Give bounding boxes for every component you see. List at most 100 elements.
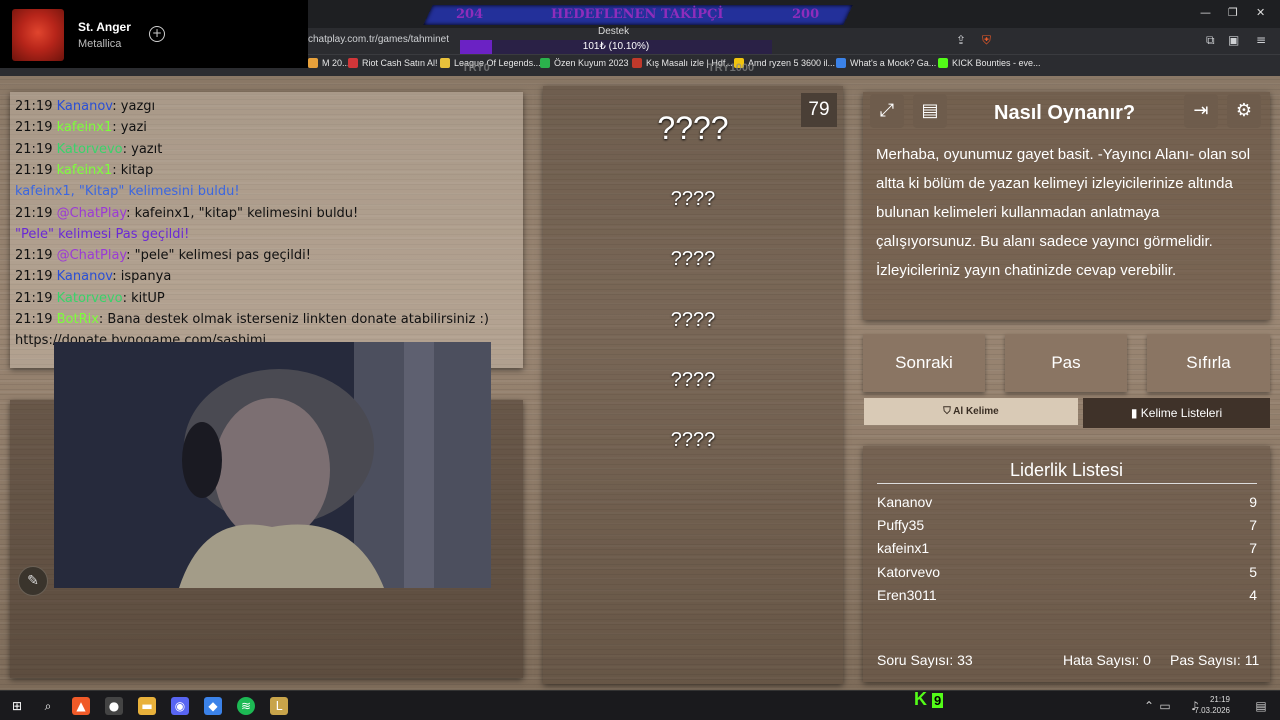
notes-icon[interactable]: ▤ [913,94,947,128]
chat-message: 21:19 @ChatPlay: kafeinx1, "kitap" kelim… [15,205,359,221]
support-progress-text: 101₺ (10.10%) [582,41,650,52]
share-icon[interactable]: ⇪ [956,33,966,47]
maximize-button[interactable]: ❐ [1228,6,1238,19]
chat-username[interactable]: kafeinx1 [57,163,113,178]
player-score: 4 [1249,586,1257,603]
how-to-text: Merhaba, oyunumuz gayet basit. -Yayıncı … [876,146,1251,279]
chat-message: 21:19 kafeinx1: kitap [15,162,154,178]
leaderboard-row: kafeinx1 7 [877,540,1257,556]
hidden-word: ???? [670,248,716,270]
close-button[interactable]: ✕ [1256,6,1265,19]
chat-username[interactable]: Kananov [57,269,113,284]
chat-message: 21:19 @ChatPlay: "pele" kelimesi pas geç… [15,248,311,264]
chat-message: 21:19 kafeinx1: yazi [15,120,147,136]
league-icon[interactable]: L [270,697,288,715]
chat-message: 21:19 Kananov: ispanya [15,269,172,285]
pass-count: Pas Sayısı: 11 [1170,652,1260,668]
bookmark-item[interactable]: What's a Mook? Ga... [836,58,936,68]
chat-message: "Pele" kelimesi Pas geçildi! [15,226,190,242]
chat-message: 21:19 BotRix: Bana destek olmak istersen… [15,312,489,327]
track-title: St. Anger [78,20,131,34]
chat-username[interactable]: kafeinx1 [57,120,113,135]
pass-button[interactable]: Pas [1005,334,1127,392]
hidden-word: ???? [670,369,716,391]
chat-username[interactable]: Katorvevo [57,291,123,306]
bookmark-favicon-icon [308,58,318,68]
document-icon: ▮ [1130,406,1141,420]
kick-count: 9 [932,693,944,708]
chat-message: 21:19 Katorvevo: yazıt [15,141,163,157]
chat-message: kafeinx1, "Kitap" kelimesini buldu! [15,184,240,200]
leaderboard-row: Puffy35 7 [877,517,1257,533]
goal-title: HEDEFLENEN TAKİPÇİ [551,7,724,22]
sidebar-icon[interactable]: ▣ [1228,33,1239,47]
edit-icon[interactable]: ✎ [18,566,48,596]
obs-icon[interactable]: ● [105,697,123,715]
now-playing-overlay: St. Anger Metallica + [0,0,308,68]
next-button[interactable]: Sonraki [863,334,985,392]
hidden-word: ???? [670,309,716,331]
support-max-label: TRY1000 [708,62,755,74]
search-icon[interactable]: ⌕ [39,697,57,715]
player-name: Katorvevo [877,563,941,580]
brave-icon[interactable]: ▲ [72,697,90,715]
webcam-feed [54,342,491,588]
reset-button[interactable]: Sıfırla [1147,334,1270,392]
exit-icon[interactable]: ⇥ [1184,94,1218,128]
leaderboard-row: Kananov 9 [877,494,1257,510]
goal-target: 200 [792,7,820,22]
support-label: Destek [598,26,630,37]
bookmark-favicon-icon [540,58,550,68]
player-name: Puffy35 [877,517,925,534]
bookmark-item[interactable]: KICK Bounties - eve... [938,58,1041,68]
bookmark-favicon-icon [836,58,846,68]
brave-shield-icon[interactable]: ⛨ [982,33,991,48]
bookmark-item[interactable]: M 20... [308,58,350,68]
player-name: Kananov [877,494,933,510]
bookmark-item[interactable]: Özen Kuyum 2023 [540,58,629,68]
bookmark-favicon-icon [348,58,358,68]
player-name: Eren3011 [877,586,937,603]
chat-message: 21:19 Katorvevo: kitUP [15,290,165,306]
spotify-icon[interactable]: ≋ [237,697,255,715]
bookmark-item[interactable]: League Of Legends... [440,58,541,68]
bookmark-item[interactable]: Riot Cash Satın Al! [348,58,438,68]
player-name: kafeinx1 [877,540,930,557]
player-score: 7 [1249,517,1257,534]
menu-icon[interactable]: ≡ [1256,33,1266,47]
network-icon[interactable]: ▭ [1156,697,1174,715]
word-lists-button[interactable]: ▮ Kelime Listeleri [1083,398,1270,428]
player-score: 5 [1249,563,1257,580]
system-clock[interactable]: 21:19 7.03.2026 [1194,694,1230,716]
fullscreen-icon[interactable]: ⤢ [870,94,904,128]
windows-start-icon[interactable]: ⊞ [8,697,26,715]
leaderboard-row: Katorvevo 5 [877,564,1257,580]
add-icon[interactable]: + [149,26,165,42]
question-count: Soru Sayısı: 33 [877,652,973,668]
player-score: 9 [1249,494,1257,510]
extensions-icon[interactable]: ⧉ [1206,33,1215,48]
chat-username[interactable]: @ChatPlay [57,206,127,221]
support-min-label: TRY0 [462,62,490,74]
minimize-button[interactable]: — [1200,6,1211,19]
get-word-button[interactable]: ⛉ Al Kelime [864,398,1078,425]
bookmark-favicon-icon [938,58,948,68]
chat-username[interactable]: @ChatPlay [57,248,127,263]
chat-username[interactable]: BotRix [57,312,99,327]
chat-username[interactable]: Katorvevo [57,142,123,157]
url-text[interactable]: chatplay.com.tr/games/tahminet [308,34,449,45]
folder-icon[interactable]: ▬ [138,697,156,715]
hidden-word: ???? [670,429,716,451]
kick-icon: K 9 [914,689,944,709]
leaderboard-divider [877,483,1257,484]
discord-icon[interactable]: ◉ [171,697,189,715]
hidden-word: ???? [657,110,729,146]
goal-current: 204 [456,7,484,22]
settings-icon[interactable]: ⚙ [1227,94,1261,128]
support-progress-bar: 101₺ (10.10%) [460,40,772,54]
notification-icon[interactable]: ▤ [1252,697,1270,715]
hidden-word: ???? [670,188,716,210]
app-icon[interactable]: ◆ [204,697,222,715]
chat-message: 21:19 Kananov: yazgı [15,99,156,114]
chat-username[interactable]: Kananov [57,99,113,114]
